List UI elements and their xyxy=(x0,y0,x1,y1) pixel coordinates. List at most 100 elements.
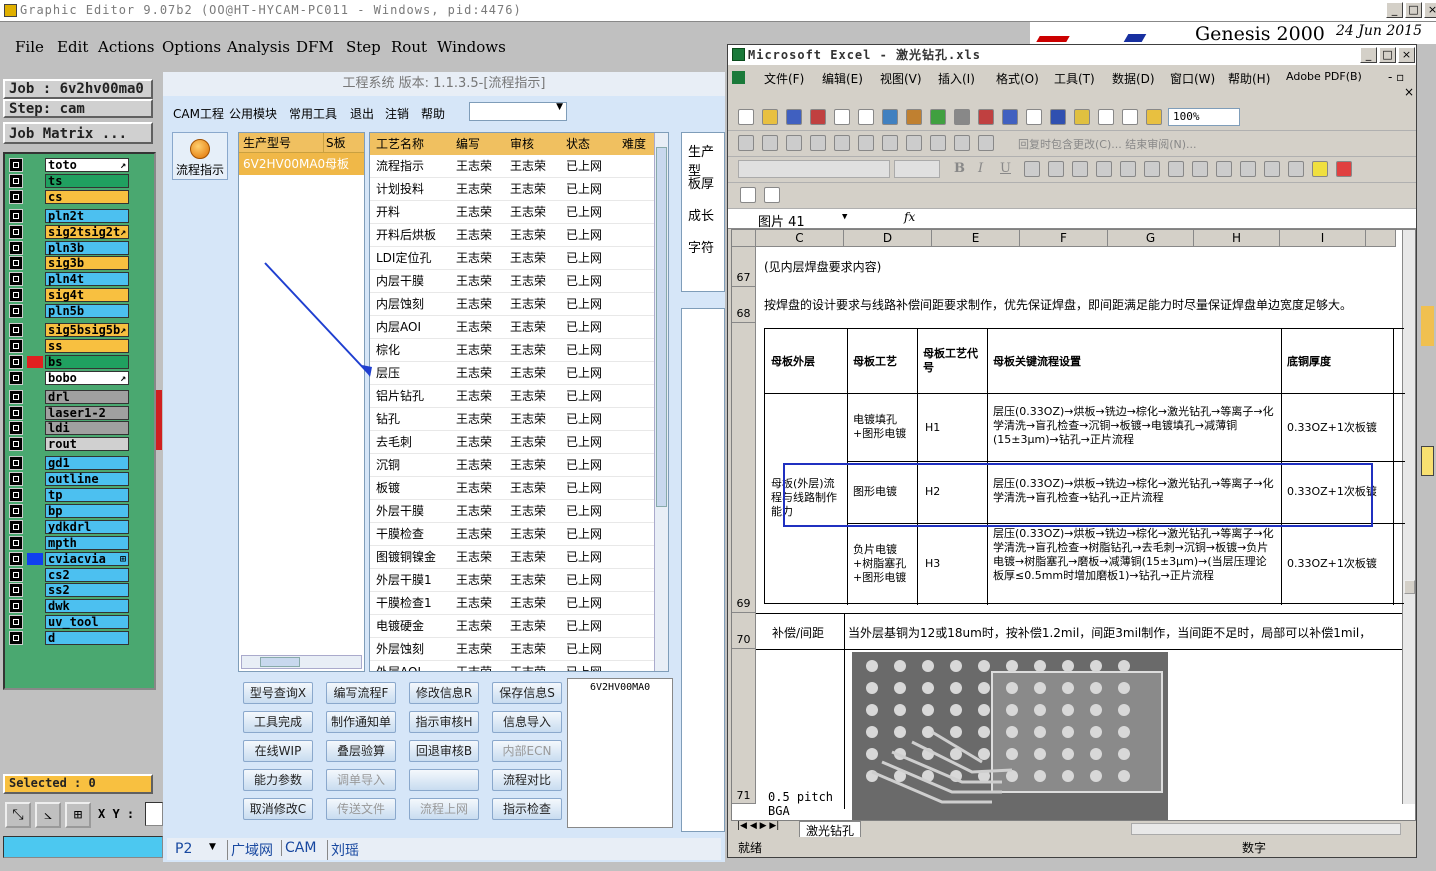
review-icon[interactable] xyxy=(858,135,874,151)
layer-checkbox[interactable] xyxy=(9,288,23,303)
process-row[interactable]: 外层干膜1 王志荣 王志荣 已上网 xyxy=(370,569,654,592)
layer-checkbox[interactable] xyxy=(9,599,23,614)
action-button[interactable]: 取消修改C xyxy=(243,798,313,820)
italic-button[interactable]: I xyxy=(978,161,983,176)
format-icon[interactable] xyxy=(1024,161,1040,177)
layer-checkbox[interactable] xyxy=(9,631,23,646)
toolbar-icon[interactable] xyxy=(810,109,826,125)
layer-checkbox[interactable] xyxy=(9,158,23,172)
menu-step[interactable]: Step xyxy=(346,38,381,56)
action-button[interactable]: 叠层验算 xyxy=(326,740,396,762)
action-button[interactable]: 信息导入 xyxy=(492,711,562,733)
process-row[interactable]: 干膜检查1 王志荣 王志荣 已上网 xyxy=(370,592,654,615)
action-button[interactable]: 调单导入 xyxy=(326,769,396,791)
command-line[interactable] xyxy=(3,836,163,858)
action-button[interactable]: 在线WIP xyxy=(243,740,313,762)
layer-checkbox[interactable] xyxy=(9,389,23,404)
sheet-hscrollbar[interactable] xyxy=(1131,823,1401,835)
process-row[interactable]: 棕化 王志荣 王志荣 已上网 xyxy=(370,339,654,362)
layer-checkbox[interactable] xyxy=(9,583,23,598)
layer-checkbox[interactable] xyxy=(9,323,23,337)
review-icon[interactable] xyxy=(882,135,898,151)
zoom-icon[interactable]: ⤡ xyxy=(5,802,31,828)
layer-name[interactable]: ldi xyxy=(45,421,129,436)
review-icon[interactable] xyxy=(978,135,994,151)
col-header-d[interactable]: D xyxy=(844,230,932,247)
layer-checkbox[interactable] xyxy=(9,173,23,188)
process-row[interactable]: 层压 王志荣 王志荣 已上网 xyxy=(370,362,654,385)
layer-checkbox[interactable] xyxy=(9,240,23,255)
bold-button[interactable]: B xyxy=(954,161,965,176)
format-icon[interactable] xyxy=(1336,161,1352,177)
toolbar-icon[interactable] xyxy=(906,109,922,125)
font-size-select[interactable] xyxy=(894,160,940,178)
process-row[interactable]: 板镀 王志荣 王志荣 已上网 xyxy=(370,477,654,500)
action-button[interactable]: 指示审核H xyxy=(409,711,479,733)
layer-name[interactable]: d xyxy=(45,631,129,646)
col-header-more[interactable] xyxy=(1366,230,1396,247)
row-68[interactable]: 68 xyxy=(732,287,756,323)
process-row[interactable]: 开料后烘板 王志荣 王志荣 已上网 xyxy=(370,224,654,247)
flow-indicator-button[interactable]: 流程指示 xyxy=(172,132,228,180)
pointer-icon[interactable] xyxy=(1421,446,1434,476)
layer-name[interactable]: mpth xyxy=(45,535,129,550)
pdf-icon[interactable] xyxy=(740,187,756,203)
layer-name[interactable]: bs xyxy=(45,354,129,369)
action-button[interactable]: 工具完成 xyxy=(243,711,313,733)
process-row[interactable]: 开料 王志荣 王志荣 已上网 xyxy=(370,201,654,224)
action-button[interactable]: 修改信息R xyxy=(409,682,479,704)
cell-row70[interactable]: 当外层基铜为12或18um时，按补偿1.2mil，间距3mil制作，当间距不足时… xyxy=(848,626,1371,640)
chevron-down-icon[interactable]: ▼ xyxy=(842,212,847,222)
measure-icon[interactable]: ⦣ xyxy=(35,802,61,828)
layer-name[interactable]: ss xyxy=(45,338,129,353)
tab-cam[interactable]: CAM xyxy=(281,840,316,856)
layer-name[interactable]: dwk xyxy=(45,599,129,614)
toolbar-icon[interactable] xyxy=(1002,109,1018,125)
layer-name[interactable]: cviacvia ⊞ xyxy=(45,551,129,566)
toolbar-icon[interactable] xyxy=(1026,109,1042,125)
corner-cell[interactable] xyxy=(732,230,756,247)
action-button[interactable]: 流程上网 xyxy=(409,798,479,820)
row-69[interactable]: 69 xyxy=(732,323,756,613)
review-text[interactable]: 回复时包含更改(C)... 结束审阅(N)... xyxy=(1018,136,1197,152)
cam-menu-tools[interactable]: 常用工具 xyxy=(289,105,337,122)
layer-checkbox[interactable] xyxy=(9,370,23,385)
layer-checkbox[interactable] xyxy=(9,189,23,204)
toolbar-icon[interactable] xyxy=(738,109,754,125)
toolbar-icon[interactable] xyxy=(762,109,778,125)
sheet-vscrollbar[interactable] xyxy=(1402,230,1415,804)
process-row[interactable]: 计划投料 王志荣 王志荣 已上网 xyxy=(370,178,654,201)
row-67[interactable]: 67 xyxy=(732,247,756,287)
review-icon[interactable] xyxy=(738,135,754,151)
layer-checkbox[interactable] xyxy=(9,535,23,550)
layer-name[interactable]: laser1-2 xyxy=(45,405,129,420)
toolbar-icon[interactable] xyxy=(978,109,994,125)
excel-minimize-button[interactable]: _ xyxy=(1360,47,1377,63)
layer-checkbox[interactable] xyxy=(9,551,23,566)
format-icon[interactable] xyxy=(1144,161,1160,177)
menu-windows[interactable]: Windows xyxy=(437,38,506,56)
excel-menu-file[interactable]: 文件(F) xyxy=(764,70,804,87)
excel-menu-format[interactable]: 格式(O) xyxy=(996,70,1039,87)
format-icon[interactable] xyxy=(1192,161,1208,177)
layer-name[interactable]: pln3b xyxy=(45,240,129,255)
job-matrix-button[interactable]: Job Matrix ... xyxy=(3,122,153,144)
cam-menu-public[interactable]: 公用模块 xyxy=(229,105,277,122)
review-icon[interactable] xyxy=(834,135,850,151)
tab-user[interactable]: 刘瑶 xyxy=(327,840,359,860)
layer-checkbox[interactable] xyxy=(9,354,23,369)
layer-checkbox[interactable] xyxy=(9,272,23,287)
model-row[interactable]: 6V2HV00MA0 母板 xyxy=(239,153,364,175)
layer-checkbox[interactable] xyxy=(9,437,23,452)
bga-photo[interactable] xyxy=(852,652,1168,821)
col-header-h[interactable]: H xyxy=(1194,230,1280,247)
format-icon[interactable] xyxy=(1288,161,1304,177)
process-row[interactable]: 铝片钻孔 王志荣 王志荣 已上网 xyxy=(370,385,654,408)
tab-nav-icon[interactable]: |◀ ◀ ▶ ▶| xyxy=(737,821,779,831)
layer-name[interactable]: ss2 xyxy=(45,583,129,598)
col-header-i[interactable]: I xyxy=(1280,230,1366,247)
col-header-f[interactable]: F xyxy=(1020,230,1108,247)
xy-input[interactable] xyxy=(145,802,163,826)
cam-menu-exit[interactable]: 退出 xyxy=(350,105,374,122)
action-button[interactable]: 内部ECN xyxy=(492,740,562,762)
